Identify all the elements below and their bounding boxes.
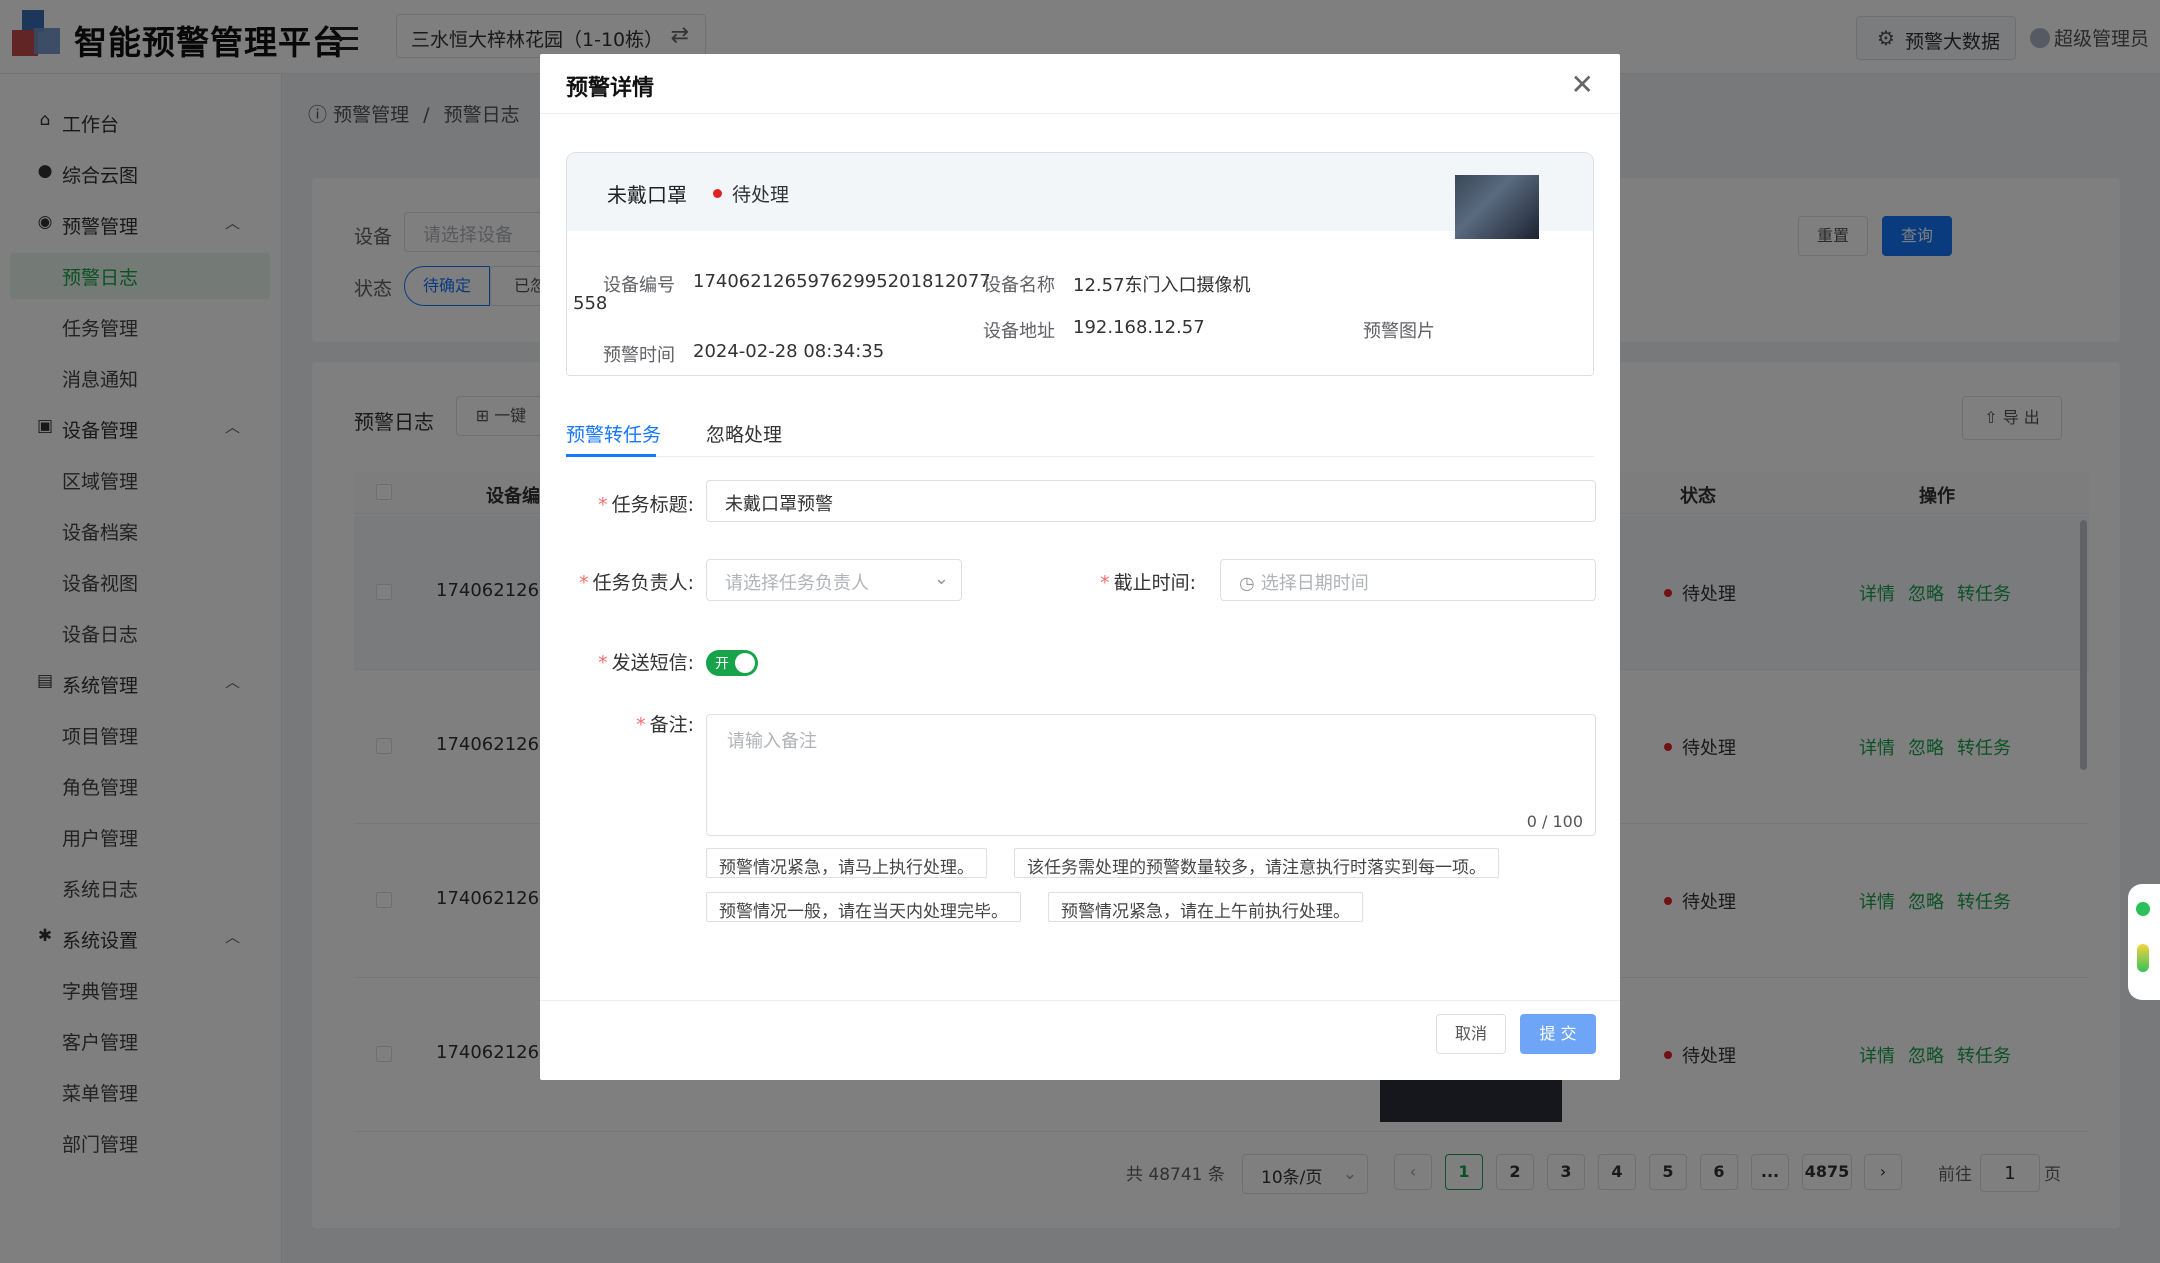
deadline-placeholder: 选择日期时间 — [1260, 573, 1369, 594]
floating-side-widget[interactable] — [2128, 884, 2160, 1000]
alert-detail-dialog: 预警详情 ✕ 未戴口罩 待处理 设备编号 1740621265976299520… — [540, 54, 1620, 1080]
quick-remark-chip[interactable]: 预警情况紧急，请马上执行处理。 — [706, 848, 987, 878]
task-title-input[interactable]: 未戴口罩预警 — [706, 480, 1596, 522]
sms-label: * 发送短信: — [598, 652, 694, 674]
cancel-button[interactable]: 取消 — [1436, 1014, 1506, 1054]
tabs-divider — [566, 456, 1594, 457]
close-icon[interactable]: ✕ — [1571, 68, 1594, 101]
status-dot-icon — [2136, 902, 2150, 916]
toggle-knob — [735, 653, 755, 673]
dialog-footer-divider — [540, 1000, 1620, 1001]
device-addr-label: 设备地址 — [983, 321, 1055, 342]
task-title-label: * 任务标题: — [598, 494, 694, 516]
quick-remark-chip[interactable]: 预警情况紧急，请在上午前执行处理。 — [1048, 892, 1363, 922]
device-addr-value: 192.168.12.57 — [1073, 317, 1205, 338]
device-name-value: 12.57东门入口摄像机 — [1073, 275, 1251, 296]
tab-to-task[interactable]: 预警转任务 — [566, 420, 661, 447]
remark-label: * 备注: — [636, 714, 694, 736]
chevron-down-icon: ⌄ — [933, 568, 949, 589]
device-name-label: 设备名称 — [983, 275, 1055, 296]
remark-textarea[interactable]: 请输入备注 0 / 100 — [706, 714, 1596, 836]
tab-ignore[interactable]: 忽略处理 — [706, 420, 782, 447]
sms-toggle-text: 开 — [715, 656, 729, 672]
deadline-label: * 截止时间: — [1100, 572, 1196, 594]
alert-status-text: 待处理 — [732, 184, 790, 206]
assignee-label: * 任务负责人: — [579, 572, 694, 594]
alert-time-value: 2024-02-28 08:34:35 — [693, 341, 885, 362]
device-no-value-wrap: 558 — [573, 293, 608, 314]
alert-time-label: 预警时间 — [603, 345, 675, 366]
quick-remark-chip[interactable]: 预警情况一般，请在当天内处理完毕。 — [706, 892, 1021, 922]
alert-type: 未戴口罩 — [607, 183, 687, 207]
device-no-label: 设备编号 — [603, 275, 675, 296]
assignee-placeholder: 请选择任务负责人 — [725, 573, 869, 594]
quick-remark-chip[interactable]: 该任务需处理的预警数量较多，请注意执行时落实到每一项。 — [1014, 848, 1499, 878]
remark-placeholder: 请输入备注 — [727, 731, 817, 752]
assignee-select[interactable]: 请选择任务负责人 ⌄ — [706, 559, 962, 601]
sms-toggle[interactable]: 开 — [706, 650, 758, 676]
clock-icon: ◷ — [1239, 573, 1255, 594]
remark-count: 0 / 100 — [1526, 812, 1583, 831]
alert-image-label: 预警图片 — [1363, 321, 1435, 342]
alert-info-box: 未戴口罩 待处理 设备编号 17406212659762995201812077… — [566, 152, 1594, 376]
level-bar-icon — [2137, 944, 2149, 972]
device-no-value: 17406212659762995201812077 — [693, 271, 991, 292]
deadline-picker[interactable]: ◷ 选择日期时间 — [1220, 559, 1596, 601]
dialog-title: 预警详情 — [566, 76, 655, 101]
tab-active-indicator — [566, 454, 656, 457]
alert-info-header: 未戴口罩 待处理 — [567, 153, 1593, 231]
alert-image-thumbnail[interactable] — [1455, 175, 1539, 239]
submit-button[interactable]: 提 交 — [1520, 1014, 1596, 1054]
dialog-divider — [540, 113, 1620, 114]
alert-status: 待处理 — [713, 180, 789, 207]
